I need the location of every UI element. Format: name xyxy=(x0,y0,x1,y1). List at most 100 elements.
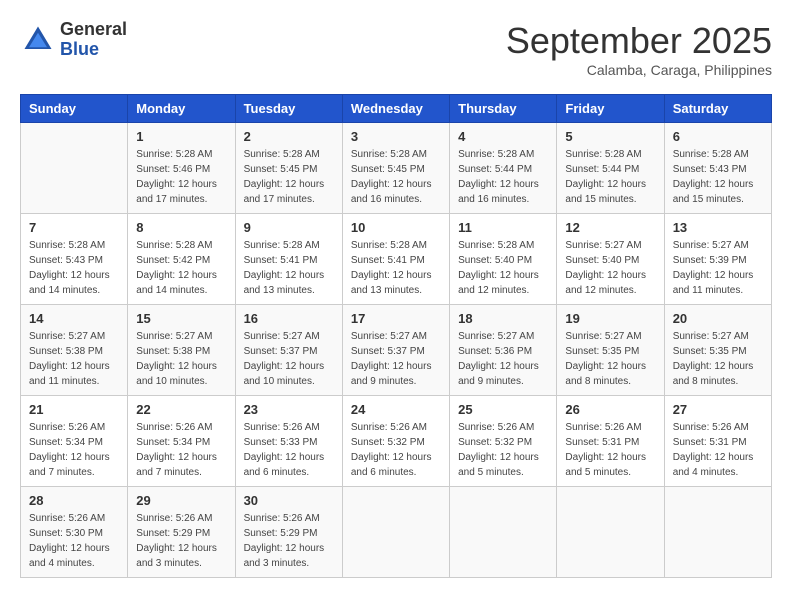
calendar-cell: 9 Sunrise: 5:28 AM Sunset: 5:41 PM Daylig… xyxy=(235,214,342,305)
month-title: September 2025 xyxy=(506,20,772,62)
day-info: Sunrise: 5:26 AM Sunset: 5:29 PM Dayligh… xyxy=(136,511,226,571)
calendar-cell: 1 Sunrise: 5:28 AM Sunset: 5:46 PM Daylig… xyxy=(128,123,235,214)
day-number: 11 xyxy=(458,220,548,235)
day-info: Sunrise: 5:28 AM Sunset: 5:41 PM Dayligh… xyxy=(351,238,441,298)
day-number: 10 xyxy=(351,220,441,235)
day-info: Sunrise: 5:28 AM Sunset: 5:41 PM Dayligh… xyxy=(244,238,334,298)
day-number: 12 xyxy=(565,220,655,235)
day-number: 14 xyxy=(29,311,119,326)
day-info: Sunrise: 5:26 AM Sunset: 5:29 PM Dayligh… xyxy=(244,511,334,571)
logo-blue: Blue xyxy=(60,40,127,60)
day-number: 3 xyxy=(351,129,441,144)
day-number: 15 xyxy=(136,311,226,326)
calendar-cell: 10 Sunrise: 5:28 AM Sunset: 5:41 PM Dayli… xyxy=(342,214,449,305)
day-number: 8 xyxy=(136,220,226,235)
day-number: 17 xyxy=(351,311,441,326)
day-number: 7 xyxy=(29,220,119,235)
day-number: 24 xyxy=(351,402,441,417)
calendar-cell: 19 Sunrise: 5:27 AM Sunset: 5:35 PM Dayli… xyxy=(557,305,664,396)
calendar-cell: 11 Sunrise: 5:28 AM Sunset: 5:40 PM Dayli… xyxy=(450,214,557,305)
day-info: Sunrise: 5:28 AM Sunset: 5:44 PM Dayligh… xyxy=(565,147,655,207)
day-info: Sunrise: 5:28 AM Sunset: 5:45 PM Dayligh… xyxy=(244,147,334,207)
calendar-cell xyxy=(557,487,664,578)
calendar-cell: 3Sunrise: 5:28 AM Sunset: 5:45 PM Daylig… xyxy=(342,123,449,214)
calendar-cell: 27 Sunrise: 5:26 AM Sunset: 5:31 PM Dayli… xyxy=(664,396,771,487)
calendar-cell: 30 Sunrise: 5:26 AM Sunset: 5:29 PM Dayli… xyxy=(235,487,342,578)
calendar-cell xyxy=(21,123,128,214)
day-number: 28 xyxy=(29,493,119,508)
calendar-cell: 18 Sunrise: 5:27 AM Sunset: 5:36 PM Dayli… xyxy=(450,305,557,396)
day-info: Sunrise: 5:28 AM Sunset: 5:40 PM Dayligh… xyxy=(458,238,548,298)
calendar-header-row: SundayMondayTuesdayWednesdayThursdayFrid… xyxy=(21,95,772,123)
logo-icon xyxy=(20,22,56,58)
day-number: 21 xyxy=(29,402,119,417)
logo-general: General xyxy=(60,20,127,40)
calendar-cell: 5 Sunrise: 5:28 AM Sunset: 5:44 PM Daylig… xyxy=(557,123,664,214)
calendar-cell: 29 Sunrise: 5:26 AM Sunset: 5:29 PM Dayli… xyxy=(128,487,235,578)
day-info: Sunrise: 5:28 AM Sunset: 5:44 PM Dayligh… xyxy=(458,147,548,207)
day-number: 25 xyxy=(458,402,548,417)
day-info: Sunrise: 5:27 AM Sunset: 5:40 PM Dayligh… xyxy=(565,238,655,298)
day-number: 19 xyxy=(565,311,655,326)
day-number: 27 xyxy=(673,402,763,417)
logo-text: General Blue xyxy=(60,20,127,60)
column-header-saturday: Saturday xyxy=(664,95,771,123)
day-number: 4 xyxy=(458,129,548,144)
calendar-cell: 28 Sunrise: 5:26 AM Sunset: 5:30 PM Dayli… xyxy=(21,487,128,578)
day-info: Sunrise: 5:28 AM Sunset: 5:46 PM Dayligh… xyxy=(136,147,226,207)
day-info: Sunrise: 5:26 AM Sunset: 5:31 PM Dayligh… xyxy=(673,420,763,480)
day-info: Sunrise: 5:26 AM Sunset: 5:31 PM Dayligh… xyxy=(565,420,655,480)
calendar-cell: 13Sunrise: 5:27 AM Sunset: 5:39 PM Dayli… xyxy=(664,214,771,305)
day-info: Sunrise: 5:26 AM Sunset: 5:34 PM Dayligh… xyxy=(29,420,119,480)
calendar-cell: 16 Sunrise: 5:27 AM Sunset: 5:37 PM Dayli… xyxy=(235,305,342,396)
calendar-cell: 17 Sunrise: 5:27 AM Sunset: 5:37 PM Dayli… xyxy=(342,305,449,396)
day-info: Sunrise: 5:27 AM Sunset: 5:35 PM Dayligh… xyxy=(565,329,655,389)
day-info: Sunrise: 5:27 AM Sunset: 5:38 PM Dayligh… xyxy=(136,329,226,389)
day-info: Sunrise: 5:26 AM Sunset: 5:30 PM Dayligh… xyxy=(29,511,119,571)
day-number: 30 xyxy=(244,493,334,508)
calendar-week-row: 1 Sunrise: 5:28 AM Sunset: 5:46 PM Daylig… xyxy=(21,123,772,214)
day-info: Sunrise: 5:28 AM Sunset: 5:43 PM Dayligh… xyxy=(29,238,119,298)
day-info: Sunrise: 5:27 AM Sunset: 5:36 PM Dayligh… xyxy=(458,329,548,389)
calendar-cell: 20Sunrise: 5:27 AM Sunset: 5:35 PM Dayli… xyxy=(664,305,771,396)
calendar-week-row: 21 Sunrise: 5:26 AM Sunset: 5:34 PM Dayli… xyxy=(21,396,772,487)
day-number: 2 xyxy=(244,129,334,144)
day-number: 29 xyxy=(136,493,226,508)
day-number: 26 xyxy=(565,402,655,417)
logo: General Blue xyxy=(20,20,127,60)
day-info: Sunrise: 5:27 AM Sunset: 5:37 PM Dayligh… xyxy=(244,329,334,389)
calendar-cell: 6 Sunrise: 5:28 AM Sunset: 5:43 PM Daylig… xyxy=(664,123,771,214)
calendar-cell: 14Sunrise: 5:27 AM Sunset: 5:38 PM Dayli… xyxy=(21,305,128,396)
calendar-cell: 8 Sunrise: 5:28 AM Sunset: 5:42 PM Daylig… xyxy=(128,214,235,305)
calendar-cell: 26 Sunrise: 5:26 AM Sunset: 5:31 PM Dayli… xyxy=(557,396,664,487)
day-info: Sunrise: 5:26 AM Sunset: 5:32 PM Dayligh… xyxy=(351,420,441,480)
column-header-sunday: Sunday xyxy=(21,95,128,123)
day-number: 22 xyxy=(136,402,226,417)
calendar-cell xyxy=(664,487,771,578)
day-number: 5 xyxy=(565,129,655,144)
day-number: 9 xyxy=(244,220,334,235)
day-info: Sunrise: 5:26 AM Sunset: 5:33 PM Dayligh… xyxy=(244,420,334,480)
calendar-cell: 4 Sunrise: 5:28 AM Sunset: 5:44 PM Daylig… xyxy=(450,123,557,214)
calendar-cell: 21 Sunrise: 5:26 AM Sunset: 5:34 PM Dayli… xyxy=(21,396,128,487)
day-number: 18 xyxy=(458,311,548,326)
calendar-cell: 15 Sunrise: 5:27 AM Sunset: 5:38 PM Dayli… xyxy=(128,305,235,396)
day-info: Sunrise: 5:28 AM Sunset: 5:42 PM Dayligh… xyxy=(136,238,226,298)
day-number: 16 xyxy=(244,311,334,326)
calendar-cell: 2 Sunrise: 5:28 AM Sunset: 5:45 PM Daylig… xyxy=(235,123,342,214)
day-info: Sunrise: 5:26 AM Sunset: 5:32 PM Dayligh… xyxy=(458,420,548,480)
calendar-week-row: 7 Sunrise: 5:28 AM Sunset: 5:43 PM Daylig… xyxy=(21,214,772,305)
day-number: 20 xyxy=(673,311,763,326)
calendar-cell: 25 Sunrise: 5:26 AM Sunset: 5:32 PM Dayli… xyxy=(450,396,557,487)
day-number: 1 xyxy=(136,129,226,144)
location-title: Calamba, Caraga, Philippines xyxy=(506,62,772,78)
day-info: Sunrise: 5:28 AM Sunset: 5:43 PM Dayligh… xyxy=(673,147,763,207)
day-info: Sunrise: 5:27 AM Sunset: 5:39 PM Dayligh… xyxy=(673,238,763,298)
day-info: Sunrise: 5:27 AM Sunset: 5:37 PM Dayligh… xyxy=(351,329,441,389)
column-header-friday: Friday xyxy=(557,95,664,123)
calendar-cell: 24 Sunrise: 5:26 AM Sunset: 5:32 PM Dayli… xyxy=(342,396,449,487)
calendar-table: SundayMondayTuesdayWednesdayThursdayFrid… xyxy=(20,94,772,578)
calendar-cell: 7 Sunrise: 5:28 AM Sunset: 5:43 PM Daylig… xyxy=(21,214,128,305)
page-header: General Blue September 2025 Calamba, Car… xyxy=(20,20,772,78)
day-number: 6 xyxy=(673,129,763,144)
